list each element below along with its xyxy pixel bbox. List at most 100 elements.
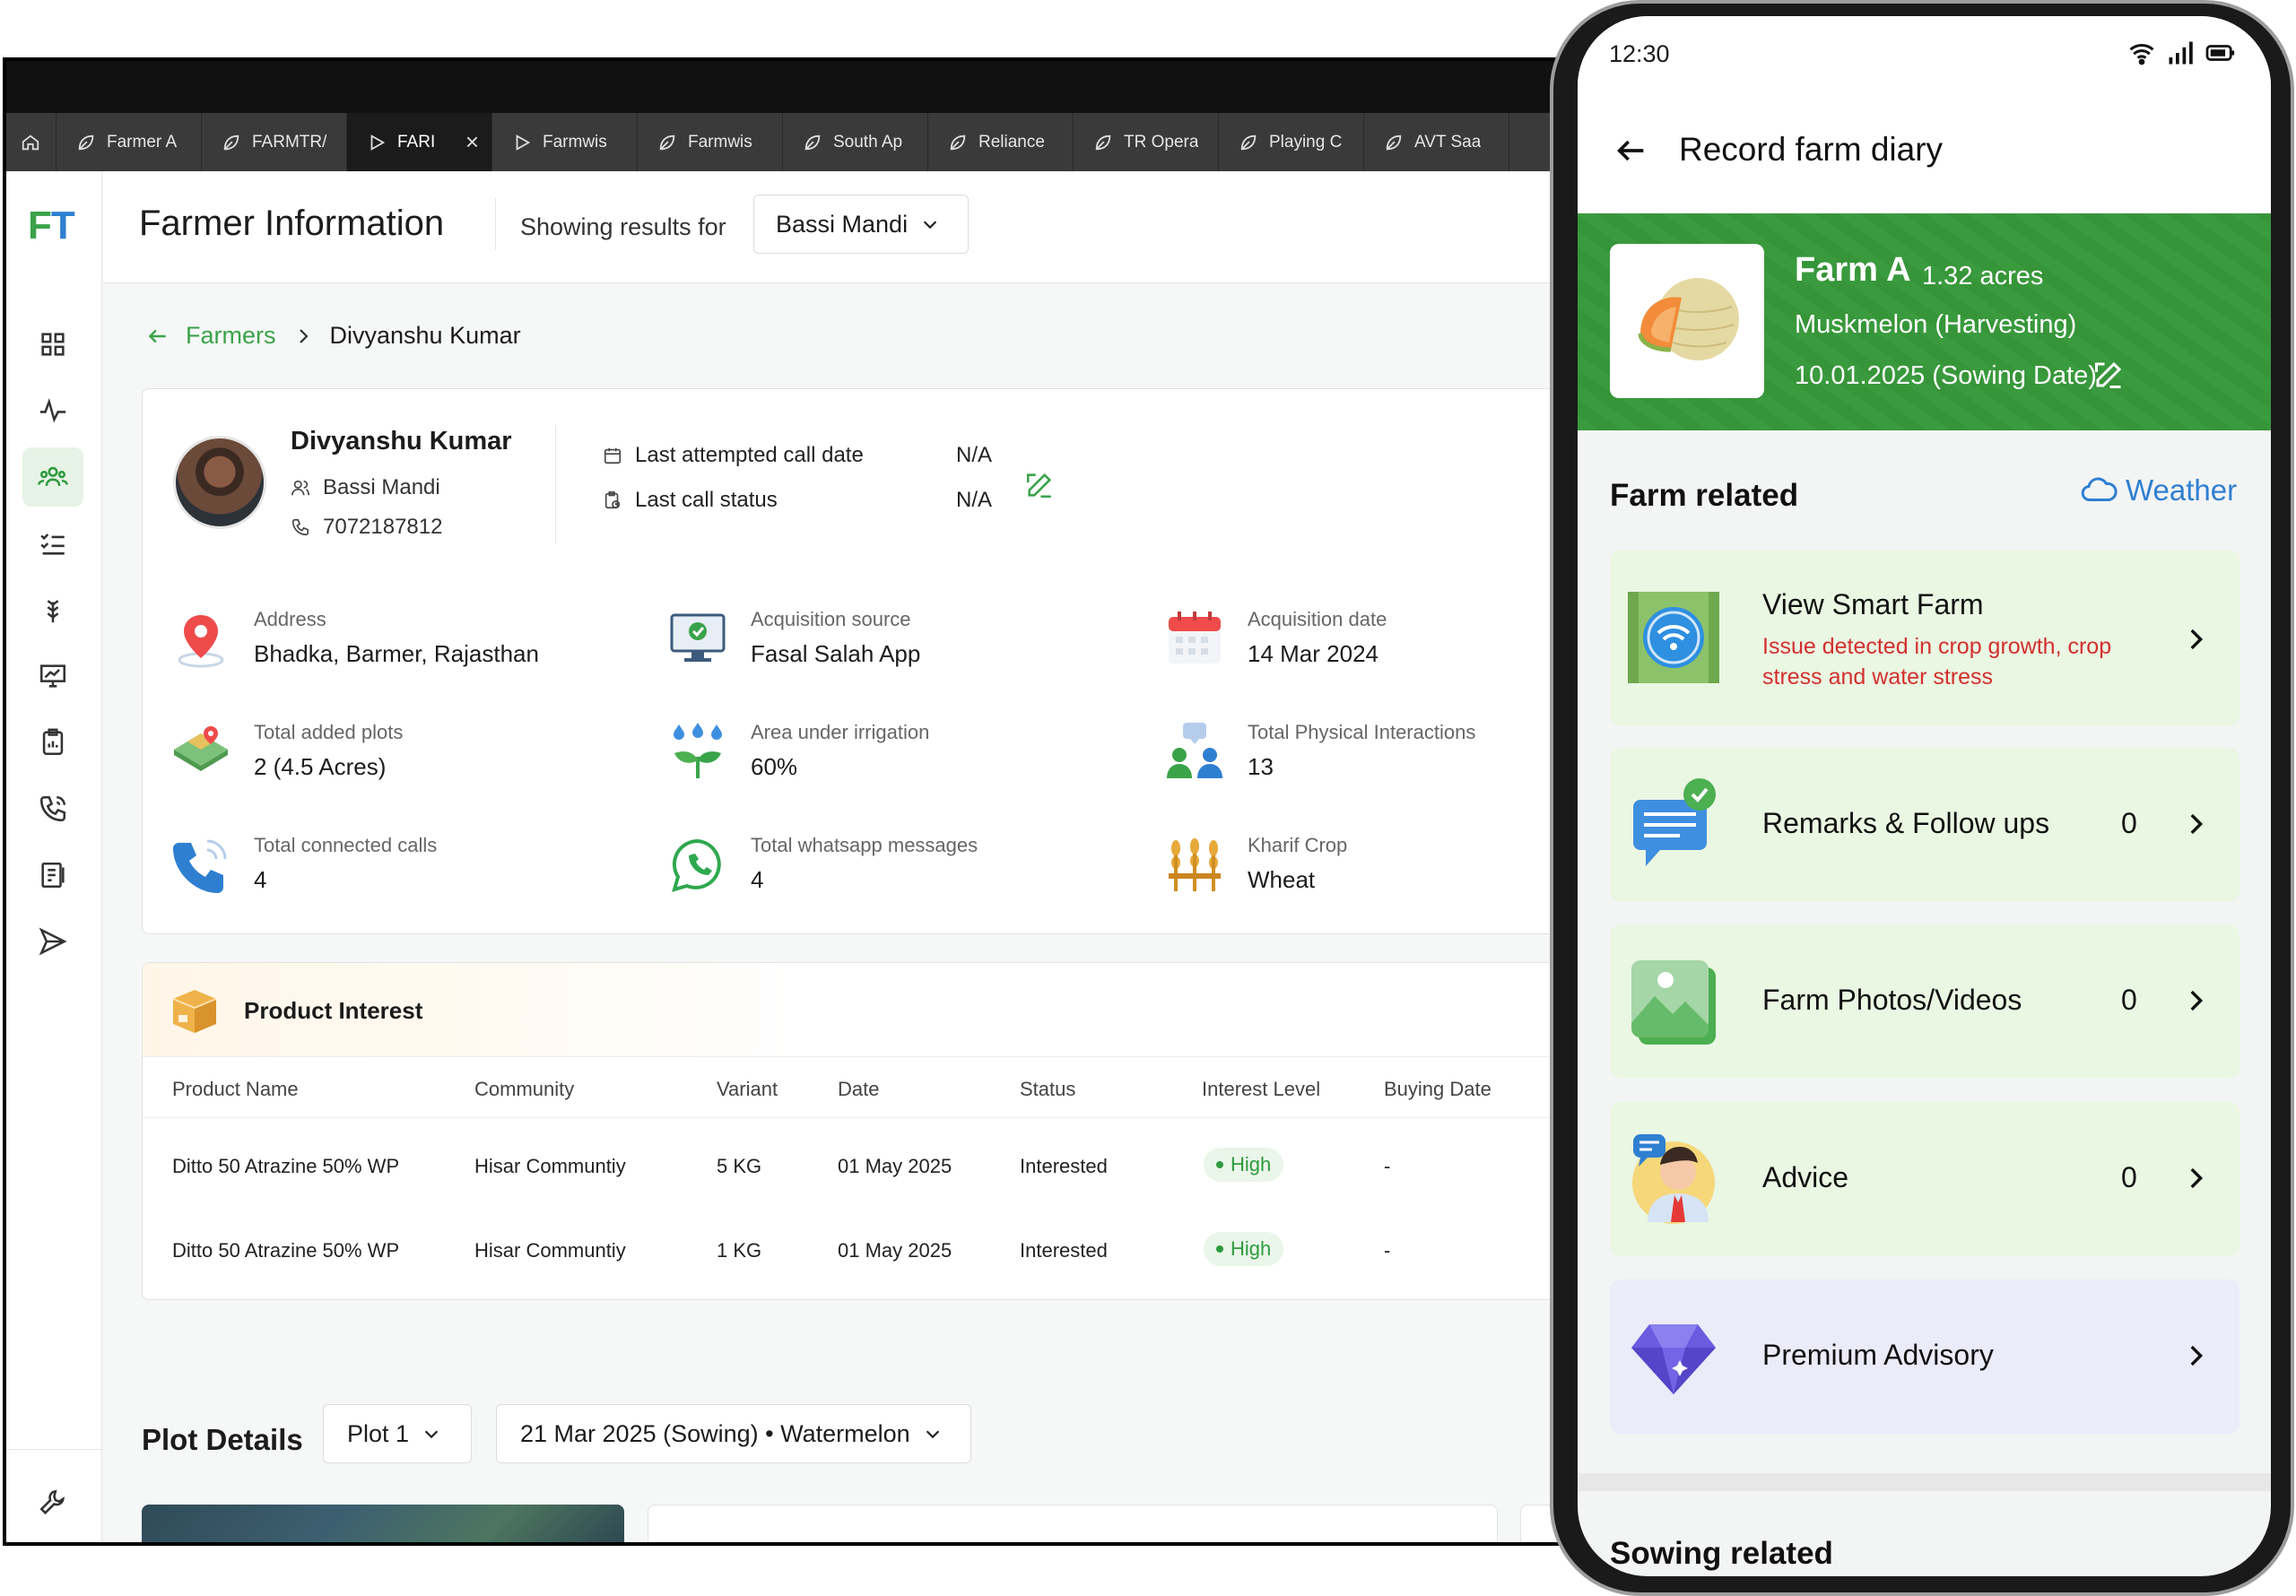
card-count: 0 <box>2121 1161 2137 1193</box>
tab-item[interactable]: Farmwis <box>638 113 783 171</box>
tab-item-active[interactable]: FARI × <box>347 113 492 171</box>
column-header: Date <box>838 1078 880 1100</box>
card-label: Premium Advisory <box>1762 1339 1994 1371</box>
phone-call-icon <box>173 839 227 893</box>
stat-value: Wheat <box>1248 866 1316 893</box>
arrow-left-icon[interactable] <box>146 325 170 348</box>
sidebar-item-dashboard[interactable] <box>22 315 83 374</box>
chevron-right-icon <box>2190 629 2204 650</box>
mandi-select-value: Bassi Mandi <box>776 210 909 238</box>
tab-label: FARI <box>397 132 436 152</box>
stat-total-plots: Total added plots 2 (4.5 Acres) <box>170 716 636 796</box>
tab-label: South Ap <box>833 132 903 152</box>
wheat-icon <box>1169 838 1221 891</box>
table-header-divider <box>143 1117 1566 1118</box>
stat-label: Total added plots <box>254 721 404 743</box>
farm-sowing-date: 10.01.2025 (Sowing Date) <box>1795 361 2097 390</box>
tab-item[interactable]: Farmwis <box>492 113 638 171</box>
stat-whatsapp-messages: Total whatsapp messages 4 <box>666 828 1133 909</box>
wrench-icon <box>39 1489 65 1515</box>
diamond-icon <box>1631 1324 1716 1394</box>
advice-card[interactable]: Advice 0 <box>1610 1102 2239 1256</box>
farmer-profile-card: Divyanshu Kumar Bassi Mandi 7072187812 L… <box>142 388 1566 934</box>
view-smart-farm-card[interactable]: View Smart Farm Issue detected in crop g… <box>1610 551 2239 726</box>
tab-home[interactable] <box>6 113 57 171</box>
season-select[interactable]: 21 Mar 2025 (Sowing) • Watermelon <box>496 1404 971 1463</box>
sidebar-item-send[interactable] <box>22 912 83 971</box>
tab-label: AVT Saa <box>1414 132 1482 152</box>
main-content: Farmer Information Showing results for B… <box>103 171 1566 1542</box>
plot-select[interactable]: Plot 1 <box>323 1404 472 1463</box>
clipboard-clock-icon <box>604 491 621 509</box>
breadcrumb-farmers-link[interactable]: Farmers <box>186 322 276 350</box>
cell-buying-date: - <box>1384 1155 1391 1177</box>
premium-advisory-card[interactable]: Premium Advisory <box>1610 1279 2239 1434</box>
whatsapp-icon <box>672 838 721 892</box>
tab-item[interactable]: Farmer A <box>57 113 202 171</box>
leaf-icon <box>1386 134 1402 150</box>
package-icon <box>172 990 217 1033</box>
chevron-down-icon <box>424 1430 439 1439</box>
cell-date: 01 May 2025 <box>838 1155 952 1177</box>
sidebar-divider <box>6 1449 102 1450</box>
close-icon[interactable]: × <box>465 128 479 156</box>
stat-value: 4 <box>254 866 267 893</box>
photo-gallery-icon <box>1631 960 1716 1045</box>
remarks-follow-ups-card[interactable]: Remarks & Follow ups 0 <box>1610 748 2239 902</box>
sidebar-item-activity[interactable] <box>22 381 83 440</box>
column-header: Status <box>1020 1078 1076 1100</box>
card-label: Farm Photos/Videos <box>1762 984 2022 1016</box>
stat-value: 2 (4.5 Acres) <box>254 753 387 780</box>
sidebar-item-analytics[interactable] <box>22 646 83 706</box>
home-icon <box>22 134 39 150</box>
advisor-avatar-icon <box>1632 1134 1715 1224</box>
column-header: Buying Date <box>1384 1078 1492 1100</box>
sidebar-item-farmers[interactable] <box>22 447 83 507</box>
stat-label: Area under irrigation <box>751 721 930 743</box>
app-logo[interactable]: FT <box>28 204 75 248</box>
edit-icon[interactable] <box>2092 359 2125 391</box>
stat-value: 13 <box>1248 753 1274 780</box>
tab-item[interactable]: FARMTR/ <box>202 113 347 171</box>
farmer-name: Divyanshu Kumar <box>291 427 512 455</box>
edit-icon[interactable] <box>1024 470 1055 500</box>
sidebar-item-surveys[interactable] <box>22 846 83 905</box>
checklist-icon <box>40 533 65 555</box>
showing-results-label: Showing results for <box>520 213 726 240</box>
status-bar: 12:30 <box>1578 16 2271 97</box>
phone-device: 12:30 Record farm diary Farm A 1.32 acre… <box>1550 0 2296 1596</box>
plots-map-icon <box>174 726 228 771</box>
tab-item[interactable]: AVT Saa <box>1364 113 1509 171</box>
sidebar-item-calls[interactable] <box>22 779 83 838</box>
section-title-next: Sowing related <box>1610 1536 1833 1571</box>
chevron-right-icon <box>299 328 309 343</box>
tab-label: Playing C <box>1269 132 1343 152</box>
sidebar-item-crops[interactable] <box>22 580 83 639</box>
calendar-icon <box>1169 612 1221 664</box>
cell-product: Ditto 50 Atrazine 50% WP <box>172 1239 400 1262</box>
phone-icon <box>291 518 309 536</box>
sidebar-item-settings[interactable] <box>22 1473 83 1532</box>
arrow-left-icon[interactable] <box>1613 133 1649 169</box>
sidebar-item-tasks[interactable] <box>22 514 83 573</box>
tab-item[interactable]: Reliance <box>928 113 1074 171</box>
tab-item[interactable]: South Ap <box>783 113 928 171</box>
farm-banner[interactable]: Farm A 1.32 acres Muskmelon (Harvesting)… <box>1578 213 2271 430</box>
stat-value: Fasal Salah App <box>751 640 921 667</box>
stat-value: 14 Mar 2024 <box>1248 640 1378 667</box>
weather-link[interactable]: Weather <box>2081 473 2237 507</box>
chevron-right-icon <box>2190 1345 2204 1366</box>
column-header: Product Name <box>172 1078 299 1100</box>
farm-photos-videos-card[interactable]: Farm Photos/Videos 0 <box>1610 924 2239 1079</box>
send-icon <box>39 927 67 956</box>
play-icon <box>370 134 386 151</box>
tab-item[interactable]: Playing C <box>1219 113 1364 171</box>
last-call-status-value: N/A <box>956 488 993 512</box>
leaf-icon <box>78 134 94 150</box>
mandi-select[interactable]: Bassi Mandi <box>753 195 969 254</box>
tab-item[interactable]: TR Opera <box>1074 113 1219 171</box>
tab-label: Farmer A <box>107 132 178 152</box>
signal-icon <box>2169 41 2193 65</box>
sidebar-item-reports[interactable] <box>22 713 83 772</box>
plot-satellite-map[interactable] <box>142 1505 624 1542</box>
